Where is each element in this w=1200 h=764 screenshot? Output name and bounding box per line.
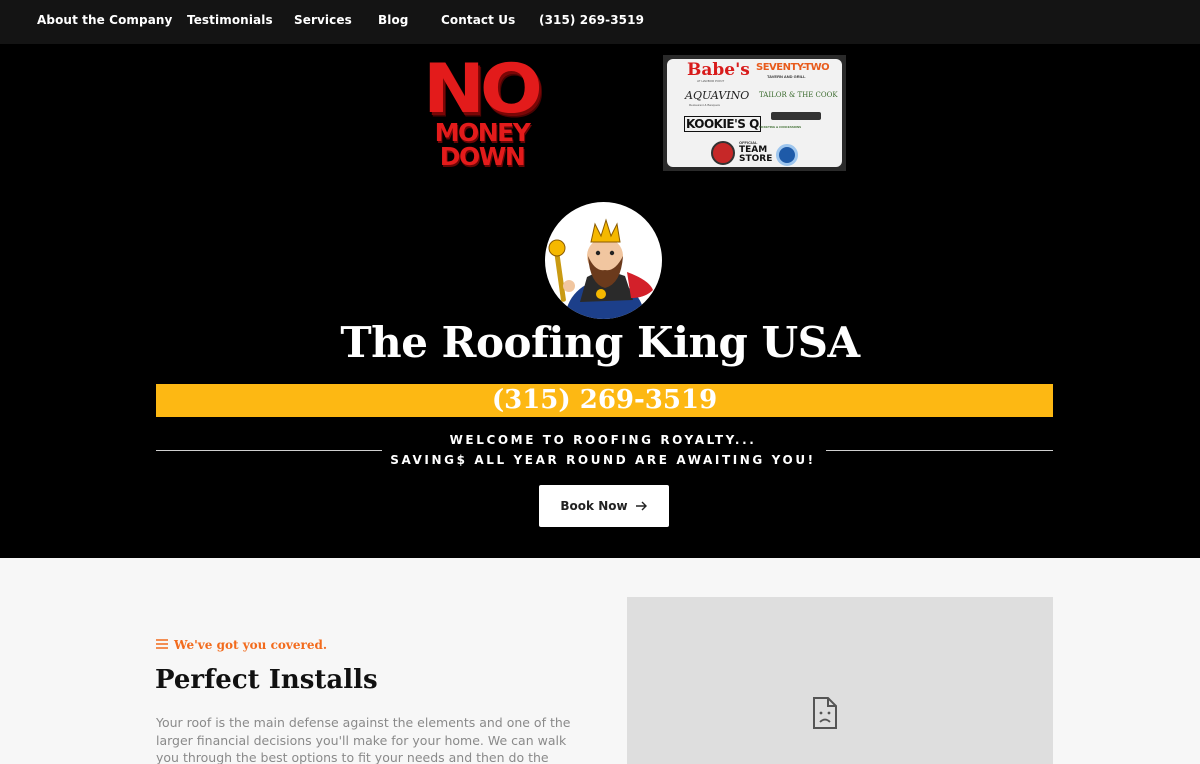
arrow-right-icon [635, 499, 648, 514]
site-title: The Roofing King USA [340, 318, 860, 367]
sponsor-round-badge [776, 144, 798, 166]
divider-left [156, 450, 382, 451]
sponsor-aqua-vino: AQUAVINO [685, 89, 750, 102]
sponsor-aqua-vino-sub: Restaurant & Banquets [689, 103, 721, 107]
phone-banner-text: (315) 269-3519 [491, 385, 718, 415]
sponsor-tailor-cook: TAILOR & THE COOK [759, 91, 838, 99]
nav-services[interactable]: Services [294, 13, 352, 27]
sponsor-team-store: TEAM STORE [739, 145, 773, 164]
promo-line-no: NO [423, 49, 543, 129]
section-eyebrow: We've got you covered. [156, 636, 327, 654]
section-heading: Perfect Installs [155, 665, 378, 695]
sponsor-concessions-sub: TICKETING & CONCESSIONS [759, 125, 802, 129]
image-placeholder [627, 597, 1053, 764]
sponsor-kookies-q: KOOKIE'S Q [684, 116, 761, 132]
phone-banner[interactable]: (315) 269-3519 [156, 384, 1053, 417]
no-money-down-graphic: NO MONEY DOWN [420, 49, 544, 172]
sponsor-building-graphic [771, 112, 821, 120]
welcome-line-1: WELCOME TO ROOFING ROYALTY... [449, 433, 757, 447]
divider-right [826, 450, 1053, 451]
book-now-label: Book Now [560, 499, 628, 513]
welcome-line-2: SAVING$ ALL YEAR ROUND ARE AWAITING YOU! [390, 453, 816, 467]
sponsor-logos-image: Babe's AT HARBOR POINT SEVENTY-TWO TAVER… [663, 55, 846, 171]
top-navigation: About the Company Testimonials Services … [0, 0, 1200, 44]
sponsor-babes: Babe's [687, 60, 750, 80]
menu-lines-icon [156, 636, 168, 654]
eyebrow-text: We've got you covered. [174, 638, 328, 652]
sponsor-seventy-two-sub: TAVERN AND GRILL [767, 74, 806, 79]
section-paragraph: Your roof is the main defense against th… [156, 715, 571, 764]
nav-contact-us[interactable]: Contact Us [441, 13, 515, 27]
book-now-button[interactable]: Book Now [539, 485, 669, 527]
sponsor-seventy-two: SEVENTY-TWO [756, 62, 830, 73]
nav-phone-link[interactable]: (315) 269-3519 [539, 13, 644, 27]
roofing-king-logo [545, 202, 662, 319]
promo-line-down: DOWN [439, 142, 526, 171]
sponsor-babes-sub: AT HARBOR POINT [697, 79, 725, 83]
broken-image-icon [812, 696, 838, 735]
nav-about-company[interactable]: About the Company [37, 13, 172, 27]
nav-blog[interactable]: Blog [378, 13, 409, 27]
nav-testimonials[interactable]: Testimonials [187, 13, 273, 27]
sponsor-team-badge [711, 141, 735, 165]
